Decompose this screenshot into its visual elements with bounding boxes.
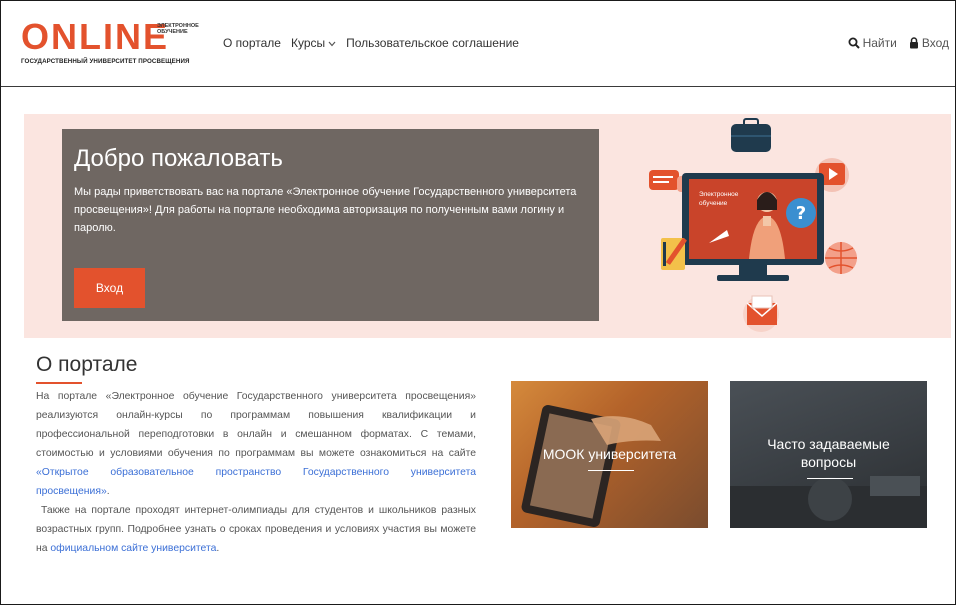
about-p1-text: На портале «Электронное обучение Государ… (36, 391, 476, 459)
search-label: Найти (862, 36, 897, 50)
mook-card[interactable]: МООК университета (511, 381, 708, 528)
search-button[interactable]: Найти (848, 36, 897, 50)
briefcase-icon (731, 118, 771, 152)
notebook-icon (661, 237, 687, 270)
faq-card-label-line2: вопросы (800, 454, 857, 470)
mook-card-label: МООК университета (542, 446, 677, 462)
about-text: На портале «Электронное обучение Государ… (36, 387, 476, 558)
welcome-box: Добро пожаловать Мы рады приветствовать … (62, 129, 599, 321)
faq-card-label: Часто задаваемые вопросы (730, 435, 927, 471)
login-label: Вход (921, 36, 949, 50)
svg-text:?: ? (796, 203, 806, 224)
nav-item-about[interactable]: О портале (223, 36, 281, 50)
search-icon (848, 37, 860, 49)
faq-card[interactable]: Часто задаваемые вопросы (730, 381, 927, 528)
faq-card-label-line1: Часто задаваемые (767, 436, 890, 452)
lock-icon (909, 37, 919, 49)
illustration-screen-text: Электронное обучение (699, 191, 739, 207)
about-p1-end: . (106, 486, 110, 497)
nav-item-user-agreement[interactable]: Пользовательское соглашение (346, 36, 519, 50)
logo-word: ONLINE (21, 16, 170, 57)
globe-icon (825, 242, 857, 274)
hero-login-button[interactable]: Вход (74, 268, 145, 308)
header-actions: Найти Вход (848, 36, 949, 50)
about-p2-end: . (216, 543, 220, 554)
about-title-underline (36, 382, 82, 384)
hero-banner: Добро пожаловать Мы рады приветствовать … (24, 114, 951, 338)
login-link[interactable]: Вход (909, 36, 949, 50)
logo-sub: ЭЛЕКТРОННОЕ ОБУЧЕНИЕ (157, 23, 199, 35)
nav-item-courses[interactable]: Курсы (291, 36, 336, 50)
about-title: О портале (36, 353, 138, 376)
mook-card-line (588, 470, 634, 471)
nav-item-courses-label: Курсы (290, 36, 326, 50)
site-header: ONLINE ЭЛЕКТРОННОЕ ОБУЧЕНИЕ ГОСУДАРСТВЕН… (1, 1, 955, 87)
site-logo[interactable]: ONLINE ЭЛЕКТРОННОЕ ОБУЧЕНИЕ ГОСУДАРСТВЕН… (21, 16, 199, 67)
welcome-title: Добро пожаловать (74, 145, 283, 172)
faq-card-line (807, 478, 853, 479)
university-official-site-link[interactable]: официальном сайте университета (50, 543, 216, 554)
envelope-icon (743, 295, 779, 332)
main-nav: О портале Курсы Пользовательское соглаше… (223, 36, 519, 50)
chevron-down-icon (328, 39, 336, 49)
welcome-text: Мы рады приветствовать вас на портале «Э… (74, 186, 577, 234)
logo-sub-line2: ОБУЧЕНИЕ (157, 29, 188, 35)
open-education-space-link[interactable]: «Открытое образовательное пространство Г… (36, 467, 476, 497)
e-learning-illustration: ? Электронное обучение (649, 118, 859, 333)
logo-tagline: ГОСУДАРСТВЕННЫЙ УНИВЕРСИТЕТ ПРОСВЕЩЕНИЯ (21, 58, 190, 65)
